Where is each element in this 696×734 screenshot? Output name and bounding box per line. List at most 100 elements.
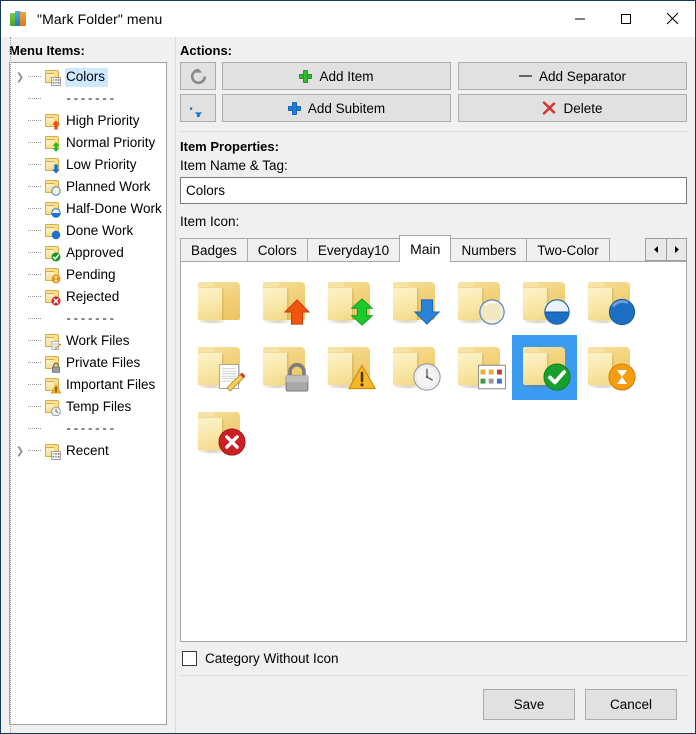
folder-x-icon[interactable] [187,400,252,465]
folder-half-circle-icon[interactable] [512,270,577,335]
tab-scroll-right-button[interactable] [666,238,687,261]
folder-full-circle-icon [51,230,61,240]
tree-item-label: Colors [65,67,109,87]
add-item-button[interactable]: Add Item [222,62,451,90]
folder-empty-circle-icon[interactable] [447,270,512,335]
tree-item-label: ------- [65,421,116,436]
item-icon-label: Item Icon: [180,214,240,229]
menu-items-tree[interactable]: ❯Colors❯-------❯High Priority❯Normal Pri… [9,37,167,733]
tree-item-temp-files[interactable]: ❯Temp Files [10,396,166,418]
minimize-button[interactable] [557,1,603,36]
folder-clock-icon[interactable] [382,335,447,400]
tab-colors[interactable]: Colors [246,238,308,261]
tree-item-label: Low Priority [66,156,137,172]
category-without-icon-checkbox[interactable] [182,651,197,666]
folder-warning-icon [51,384,61,394]
tree-connector [28,374,44,396]
folder-check-icon [44,245,61,262]
tree-item-important-files[interactable]: ❯Important Files [10,374,166,396]
folder-updown-arrow-icon[interactable] [317,270,382,335]
folder-warning-icon[interactable] [317,335,382,400]
folder-grid-icon [44,69,61,86]
folder-base-icon [325,281,376,326]
folder-up-arrow-icon [44,113,60,130]
add-separator-button[interactable]: Add Separator [458,62,687,90]
tree-item-low-priority[interactable]: ❯Low Priority [10,154,166,176]
tree-separator[interactable]: ❯------- [10,418,166,440]
tree-item-rejected[interactable]: ❯Rejected [10,286,166,308]
tree-item-normal-priority[interactable]: ❯Normal Priority [10,132,166,154]
circle-full-badge-icon [608,298,636,326]
maximize-button[interactable] [603,1,649,36]
tab-scroll-left-button[interactable] [645,238,666,261]
tree-item-pending[interactable]: ❯Pending [10,264,166,286]
tree-item-label: Private Files [66,354,141,370]
tree-connector [28,242,44,264]
dash-icon [518,75,532,77]
folder-full-circle-icon[interactable] [577,270,642,335]
tree-connector [28,396,44,418]
add-subitem-button[interactable]: Add Subitem [222,94,451,122]
tab-everyday10[interactable]: Everyday10 [306,238,401,261]
folder-grid-icon [51,450,61,460]
folder-check-icon[interactable] [512,335,577,400]
icon-picker-panel[interactable] [180,261,687,642]
folder-base-icon [260,281,310,325]
item-name-input[interactable] [180,177,687,204]
action-buttons: Add Item Add Separator Add Subitem Delet… [222,62,687,122]
tree-separator[interactable]: ❯------- [10,308,166,330]
delete-button[interactable]: Delete [458,94,687,122]
plus-green-icon [299,69,313,83]
tree-connector [28,132,44,154]
folder-base-icon [260,346,310,391]
tree-separator[interactable]: ❯------- [10,88,166,110]
folder-up-arrow-icon[interactable] [252,270,317,335]
arrow-up-badge-icon [283,298,311,326]
move-down-button[interactable] [180,94,216,122]
circle-half-badge-icon [543,298,571,326]
category-without-icon-label: Category Without Icon [205,651,339,666]
folder-down-arrow-icon[interactable] [382,270,447,335]
dialog-body: Menu Items: ❯Colors❯-------❯High Priorit… [1,37,695,733]
tree-item-high-priority[interactable]: ❯High Priority [10,110,166,132]
chevron-right-icon[interactable]: ❯ [12,440,28,462]
cancel-button[interactable]: Cancel [585,689,677,720]
close-button[interactable] [649,1,695,36]
tree-item-work-files[interactable]: ❯Work Files [10,330,166,352]
tree-connector [28,330,44,352]
arrow-updown-badge-icon [348,297,376,326]
check-badge-icon [542,362,571,391]
icon-grid-row [187,270,680,335]
chevron-right-icon[interactable]: ❯ [12,66,28,88]
tab-numbers[interactable]: Numbers [450,238,528,261]
folder-lock-icon[interactable] [252,335,317,400]
folder-updown-icon [44,135,60,152]
move-buttons-column [180,62,216,122]
folder-base-icon [455,281,505,325]
folder-x-icon [51,296,61,306]
tree-item-recent[interactable]: ❯ Recent [10,440,166,462]
actions-grid: Add Item Add Separator Add Subitem Delet… [180,62,687,122]
folder-grid-icon[interactable] [447,335,512,400]
right-pane: Actions: Add Item Add Separator Add Subi… [175,37,695,733]
tree-connector [28,198,44,220]
folder-hourglass-icon[interactable] [577,335,642,400]
folder-document-icon[interactable] [187,335,252,400]
tab-badges[interactable]: Badges [180,238,248,261]
tree-item-done-work[interactable]: ❯Done Work [10,220,166,242]
colored-blocks-icon [10,10,28,28]
category-without-icon-row[interactable]: Category Without Icon [180,642,687,676]
save-button[interactable]: Save [483,689,575,720]
arrow-down-badge-icon [413,298,441,326]
folder-plain-icon[interactable] [187,270,252,335]
folder-base-icon [520,281,570,325]
warning-badge-icon [347,363,376,391]
tab-two-color[interactable]: Two-Color [526,238,610,261]
tab-main[interactable]: Main [399,235,452,262]
tree-item-approved[interactable]: ❯Approved [10,242,166,264]
tree-item-half-done-work[interactable]: ❯Half-Done Work [10,198,166,220]
move-up-button[interactable] [180,62,216,90]
tree-item-private-files[interactable]: ❯Private Files [10,352,166,374]
tree-item-planned-work[interactable]: ❯Planned Work [10,176,166,198]
tree-item-colors[interactable]: ❯ Colors [10,66,166,88]
